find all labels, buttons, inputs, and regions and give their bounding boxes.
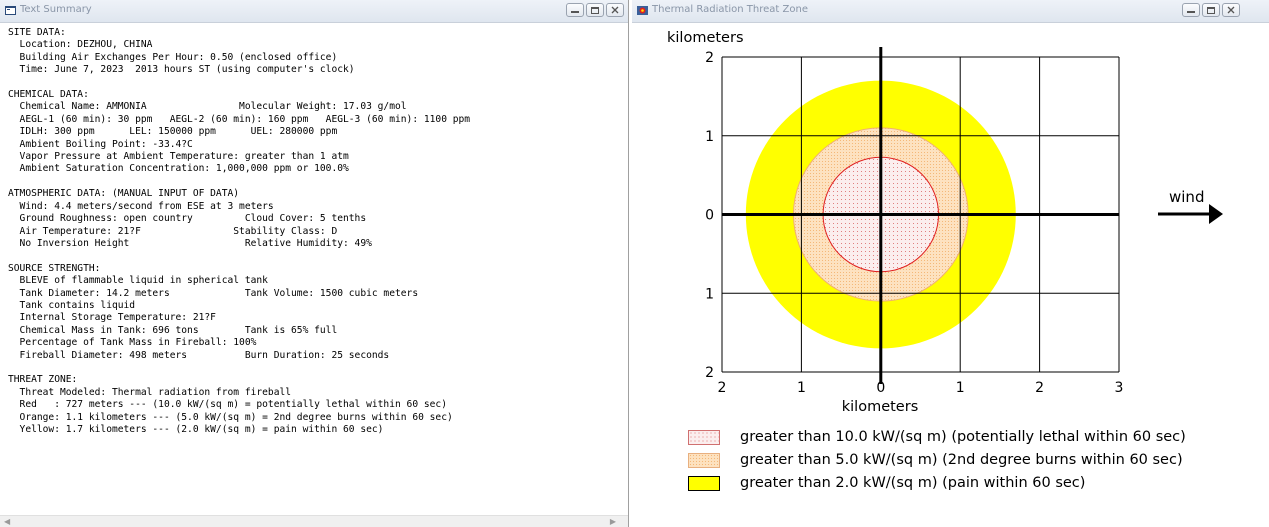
minimize-button[interactable] xyxy=(1182,3,1200,17)
wind-label: wind xyxy=(1169,188,1204,206)
legend-swatch xyxy=(688,475,720,491)
maximize-button[interactable] xyxy=(1202,3,1220,17)
y-tick-label: 2 xyxy=(705,365,714,381)
x-tick-label: 2 xyxy=(1035,380,1044,396)
title-bar[interactable]: Thermal Radiation Threat Zone xyxy=(632,0,1269,23)
x-tick-label: 2 xyxy=(718,380,727,396)
title-bar[interactable]: Text Summary xyxy=(0,0,628,23)
window-title: Text Summary xyxy=(20,4,92,15)
y-axis-title: kilometers xyxy=(667,30,744,46)
legend-label: greater than 5.0 kW/(sq m) (2nd degree b… xyxy=(740,452,1183,468)
y-tick-label: 1 xyxy=(705,286,714,302)
legend-swatch xyxy=(688,452,720,468)
close-button[interactable] xyxy=(1222,3,1240,17)
minimize-icon xyxy=(571,11,579,13)
legend-item: greater than 10.0 kW/(sq m) (potentially… xyxy=(688,428,1186,446)
y-tick-label: 1 xyxy=(705,129,714,145)
x-axis-title: kilometers xyxy=(842,399,919,415)
legend-label: greater than 2.0 kW/(sq m) (pain within … xyxy=(740,475,1086,491)
minimize-button[interactable] xyxy=(566,3,584,17)
x-tick-label: 1 xyxy=(956,380,965,396)
legend-label: greater than 10.0 kW/(sq m) (potentially… xyxy=(740,429,1186,445)
maximize-button[interactable] xyxy=(586,3,604,17)
horizontal-scrollbar[interactable]: ◀ ▶ xyxy=(0,515,628,527)
y-tick-label: 2 xyxy=(705,50,714,66)
window-app-icon xyxy=(637,6,648,15)
threat-zone-window: Thermal Radiation Threat Zone 2 1 0 1 2 … xyxy=(632,0,1269,527)
minimize-icon xyxy=(1187,11,1195,13)
close-icon xyxy=(611,6,619,14)
summary-text: SITE DATA: Location: DEZHOU, CHINA Build… xyxy=(8,27,471,435)
x-tick-label: 0 xyxy=(876,380,885,396)
window-title: Thermal Radiation Threat Zone xyxy=(652,4,808,15)
maximize-icon xyxy=(1207,6,1215,14)
x-tick-label: 3 xyxy=(1115,380,1124,396)
text-summary-window: Text Summary SITE DATA: Location: DEZHOU… xyxy=(0,0,629,527)
scroll-left-icon[interactable]: ◀ xyxy=(4,517,10,526)
close-button[interactable] xyxy=(606,3,624,17)
window-app-icon xyxy=(5,6,16,15)
legend-item: greater than 2.0 kW/(sq m) (pain within … xyxy=(688,474,1085,492)
close-icon xyxy=(1227,6,1235,14)
wind-arrow-icon xyxy=(1158,204,1223,224)
scroll-right-icon[interactable]: ▶ xyxy=(610,517,616,526)
y-tick-label: 0 xyxy=(705,208,714,224)
maximize-icon xyxy=(591,6,599,14)
legend-swatch xyxy=(688,429,720,445)
legend-item: greater than 5.0 kW/(sq m) (2nd degree b… xyxy=(688,451,1183,469)
x-tick-label: 1 xyxy=(797,380,806,396)
